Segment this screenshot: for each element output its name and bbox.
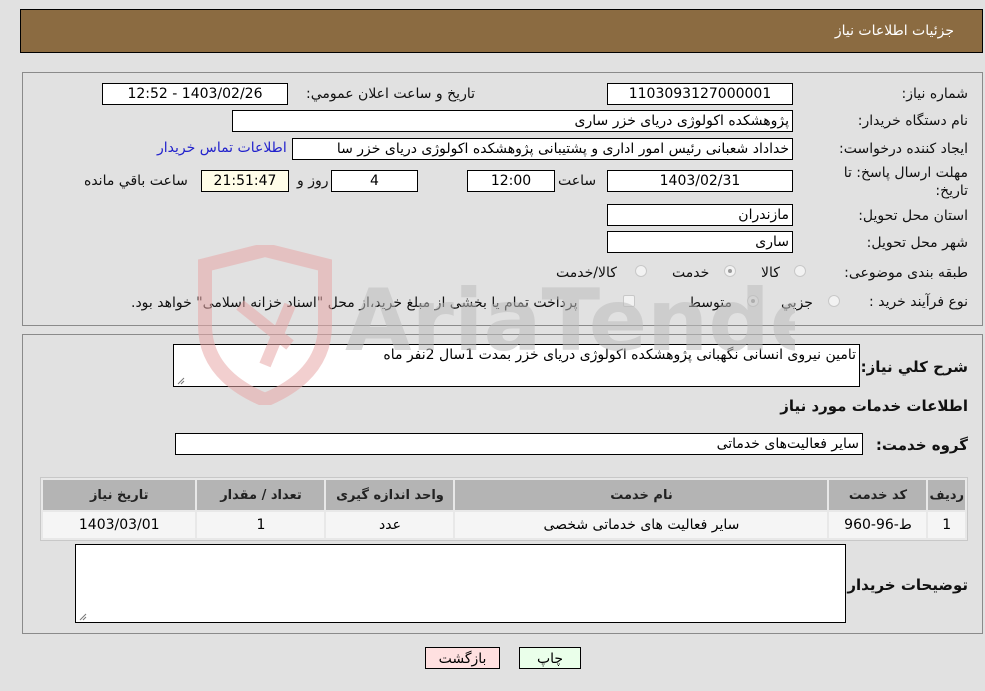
need-number-field: 1103093127000001 [607, 83, 793, 105]
days-label: روز و [297, 173, 329, 189]
deadline-label-text: مهلت ارسال پاسخ: تا تاریخ: [843, 165, 968, 199]
col-quantity: تعداد / مقدار [197, 480, 325, 510]
cell-need-date: 1403/03/01 [43, 512, 196, 538]
province-label: استان محل تحويل: [858, 208, 968, 224]
city-label: شهر محل تحويل: [866, 235, 968, 251]
buyer-org-label: نام دستگاه خريدار: [857, 113, 968, 129]
page-title: جزئیات اطلاعات نیاز [834, 23, 954, 39]
announce-date-label: تاریخ و ساعت اعلان عمومي: [306, 86, 475, 102]
city-field: ساری [607, 231, 793, 253]
process-label: نوع فرآيند خريد : [869, 294, 968, 310]
services-table: رديف کد خدمت نام خدمت واحد اندازه گيری ت… [40, 477, 968, 541]
treasury-checkbox[interactable] [623, 295, 635, 307]
province-field: مازندران [607, 204, 793, 226]
buyer-org-field: پژوهشکده اکولوژی دریای خزر ساری [232, 110, 793, 132]
category-radio-goods-service[interactable] [635, 265, 647, 277]
services-table-header: رديف کد خدمت نام خدمت واحد اندازه گيری ت… [43, 480, 965, 510]
creator-field: خداداد شعبانی رئیس امور اداری و پشتیبانی… [292, 138, 793, 160]
back-button[interactable]: بازگشت [425, 647, 500, 669]
cell-service-name: سایر فعالیت های خدماتی شخصی [455, 512, 828, 538]
category-option-goods-service: کالا/خدمت [556, 265, 617, 281]
cell-service-code: ط-96-960 [829, 512, 927, 538]
description-text: تامین نیروی انسانی نگهبانی پژوهشکده اکول… [383, 347, 856, 363]
category-option-goods: کالا [761, 265, 780, 281]
resize-grip-icon[interactable] [78, 612, 87, 621]
col-unit: واحد اندازه گيری [326, 480, 454, 510]
resize-grip-icon[interactable] [176, 376, 185, 385]
services-section-title: اطلاعات خدمات مورد نياز [780, 397, 968, 415]
category-radio-service[interactable] [724, 265, 736, 277]
deadline-date-field: 1403/02/31 [607, 170, 793, 192]
category-option-service: خدمت [672, 265, 710, 281]
buyer-notes-label: توضيحات خريدار: [841, 576, 968, 594]
process-option-medium: متوسط [688, 295, 732, 311]
deadline-time-label: ساعت [558, 173, 597, 189]
category-radio-goods[interactable] [794, 265, 806, 277]
service-group-label: گروه خدمت: [875, 436, 968, 454]
deadline-label: مهلت ارسال پاسخ: تا تاریخ: [818, 164, 968, 200]
remaining-time-field: 21:51:47 [201, 170, 289, 192]
page-header: جزئیات اطلاعات نیاز [20, 9, 983, 53]
process-radio-medium[interactable] [747, 295, 759, 307]
col-need-date: تاريخ نياز [43, 480, 196, 510]
process-option-minor: جزيي [781, 295, 813, 311]
description-textarea[interactable]: تامین نیروی انسانی نگهبانی پژوهشکده اکول… [173, 344, 860, 387]
print-button[interactable]: چاپ [519, 647, 581, 669]
need-number-label: شماره نیاز: [901, 86, 969, 102]
remaining-time-label: ساعت باقي مانده [84, 173, 188, 189]
cell-quantity: 1 [197, 512, 325, 538]
creator-label: ايجاد کننده درخواست: [839, 141, 968, 157]
col-row-number: رديف [928, 480, 965, 510]
announce-date-field: 1403/02/26 - 12:52 [102, 83, 288, 105]
treasury-checkbox-label: پرداخت تمام يا بخشی از مبلغ خريد،از محل … [131, 295, 578, 311]
process-radio-minor[interactable] [828, 295, 840, 307]
table-row: 1 ط-96-960 سایر فعالیت های خدماتی شخصی ع… [43, 512, 965, 538]
deadline-time-field: 12:00 [467, 170, 555, 192]
cell-row-number: 1 [928, 512, 965, 538]
cell-unit: عدد [326, 512, 454, 538]
category-label: طبقه بندی موضوعی: [844, 265, 968, 281]
days-remaining-field: 4 [331, 170, 418, 192]
service-group-field: ساير فعاليت‌هاى خدماتى [175, 433, 863, 455]
description-label: شرح کلي نياز: [860, 358, 968, 376]
buyer-contact-link[interactable]: اطلاعات تماس خريدار [157, 140, 287, 156]
col-service-name: نام خدمت [455, 480, 828, 510]
col-service-code: کد خدمت [829, 480, 927, 510]
buyer-notes-textarea[interactable] [75, 544, 846, 623]
